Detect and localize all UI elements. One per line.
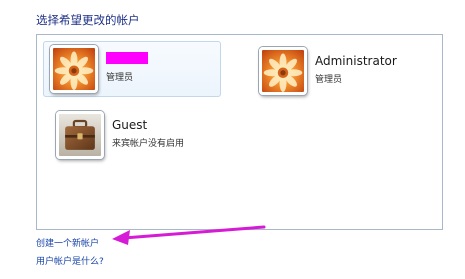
account-tile-guest[interactable]: Guest 来宾帐户没有启用 — [49, 107, 229, 163]
account-role: 管理员 — [106, 73, 134, 83]
flower-orange-icon — [259, 47, 307, 95]
account-role: 管理员 — [315, 75, 343, 85]
annotation-arrow-icon — [112, 225, 266, 245]
what-is-account-link[interactable]: 用户帐户是什么? — [36, 254, 104, 267]
account-tile-administrator[interactable]: Administrator 管理员 — [252, 43, 424, 99]
account-list-panel: 管理员 Administrator 管理员 Guest 来宾帐户没有启用 — [36, 34, 443, 230]
page-title: 选择希望更改的帐户 — [36, 13, 140, 27]
account-role: 来宾帐户没有启用 — [112, 139, 185, 149]
briefcase-icon — [56, 111, 104, 159]
redacted-username — [106, 52, 148, 64]
account-name: Guest — [112, 118, 148, 132]
flower-orange-icon — [50, 45, 98, 93]
create-account-link[interactable]: 创建一个新帐户 — [36, 236, 99, 249]
account-tile-1[interactable]: 管理员 — [43, 41, 221, 97]
account-name: Administrator — [315, 54, 397, 68]
